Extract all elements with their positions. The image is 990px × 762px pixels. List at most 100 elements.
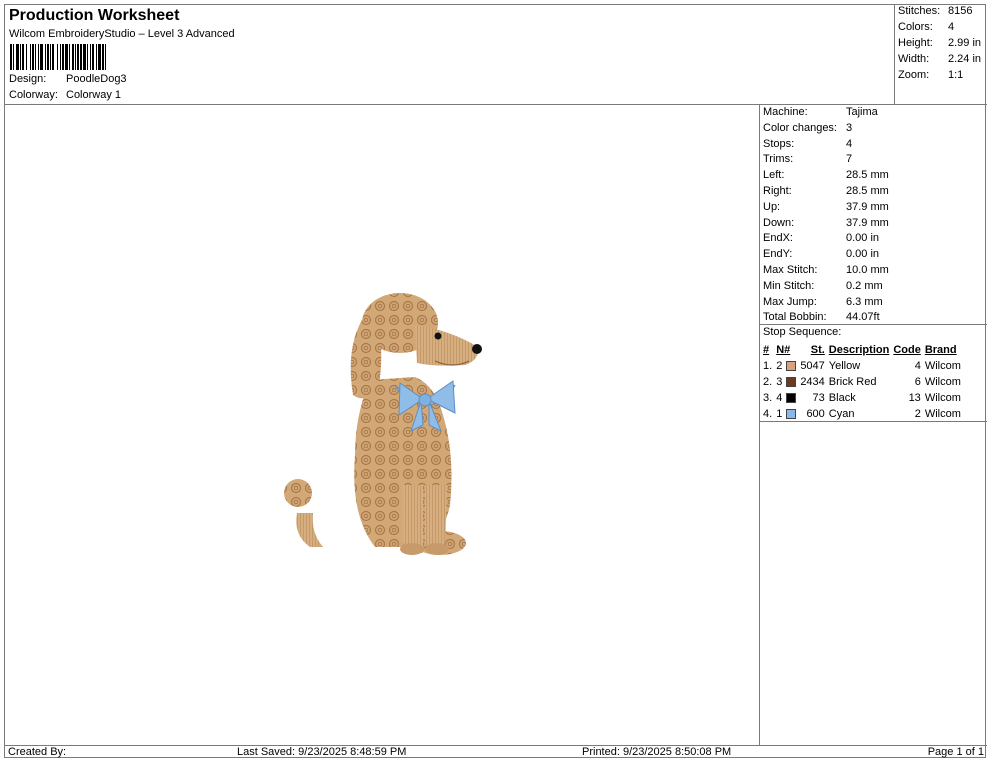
colorway-label: Colorway: — [9, 89, 58, 101]
table-row: 1. 2 5047 Yellow 4 Wilcom — [761, 358, 963, 374]
summary-label: Colors: — [898, 21, 933, 33]
machine-info-panel: Machine: Tajima Color changes: 3 Stops: 4 Trim… — [760, 105, 987, 325]
info-row: EndX: 0.00 in — [763, 232, 879, 244]
summary-value: 1:1 — [948, 69, 964, 81]
cell-st: 2434 — [800, 376, 825, 388]
cell-brand: Wilcom — [924, 408, 961, 420]
cell-code: 6 — [914, 376, 921, 388]
summary-value: 8156 — [948, 5, 973, 17]
table-row: 3. 4 73 Black 13 Wilcom — [761, 390, 963, 406]
info-value: 0.2 mm — [846, 279, 883, 292]
page-title: Production Worksheet — [9, 7, 180, 24]
info-label: Color changes: — [763, 121, 837, 134]
info-row: Max Jump: 6.3 mm — [763, 296, 883, 308]
barcode-graphic — [10, 44, 162, 70]
worksheet-footer: Created By: Last Saved: 9/23/2025 8:48:5… — [5, 745, 987, 759]
colorway-value: Colorway 1 — [66, 89, 122, 101]
info-row: Max Stitch: 10.0 mm — [763, 264, 889, 276]
summary-label: Zoom: — [898, 69, 930, 81]
color-swatch-cell — [784, 406, 798, 422]
summary-row: Zoom: 1:1 — [898, 69, 963, 81]
last-saved: Last Saved: 9/23/2025 8:48:59 PM — [237, 746, 407, 758]
stop-sequence-table: # N# St. Description Code Brand 1. 2 5047 Y… — [761, 342, 963, 422]
info-row: Color changes: 3 — [763, 122, 852, 134]
table-header-row: # N# St. Description Code Brand — [761, 342, 963, 358]
info-row: Up: 37.9 mm — [763, 201, 889, 213]
col-n: N# — [776, 344, 791, 356]
cell-brand: Wilcom — [924, 360, 961, 372]
info-label: EndX: — [763, 232, 793, 245]
info-row: Total Bobbin: 44.07ft — [763, 311, 880, 323]
design-row: Design: PoodleDog3 — [9, 73, 127, 85]
info-row: Left: 28.5 mm — [763, 169, 889, 181]
cell-code: 13 — [908, 392, 921, 404]
info-value: 28.5 mm — [846, 169, 889, 182]
info-label: Trims: — [763, 153, 794, 166]
summary-row: Height: 2.99 in — [898, 37, 981, 49]
col-code: Code — [893, 344, 921, 356]
info-label: Up: — [763, 200, 781, 213]
info-value: 3 — [846, 121, 853, 134]
cell-num: 4. — [763, 408, 773, 420]
info-row: EndY: 0.00 in — [763, 248, 879, 260]
info-row: Machine: Tajima — [763, 106, 878, 118]
info-value: 6.3 mm — [846, 295, 883, 308]
cell-n: 1 — [776, 408, 783, 420]
info-row: Min Stitch: 0.2 mm — [763, 280, 883, 292]
worksheet-frame: Production Worksheet Wilcom EmbroiderySt… — [4, 4, 987, 759]
table-row: 4. 1 600 Cyan 2 Wilcom — [761, 406, 963, 422]
cell-num: 1. — [763, 360, 773, 372]
printed-date: Printed: 9/23/2025 8:50:08 PM — [582, 746, 732, 758]
info-value: 7 — [846, 153, 853, 166]
color-swatch-cell — [784, 374, 798, 390]
info-row: Right: 28.5 mm — [763, 185, 889, 197]
summary-panel: Stitches: 8156 Colors: 4 Height: 2.99 in Wi… — [895, 5, 987, 105]
summary-label: Stitches: — [898, 5, 941, 17]
poodle-embroidery-image — [284, 293, 482, 555]
col-desc: Description — [828, 344, 890, 356]
summary-label: Width: — [898, 53, 930, 65]
software-subtitle: Wilcom EmbroideryStudio – Level 3 Advanc… — [9, 28, 235, 40]
cell-desc: Yellow — [828, 360, 861, 372]
summary-value: 4 — [948, 21, 955, 33]
cell-n: 3 — [776, 376, 783, 388]
info-value: 28.5 mm — [846, 185, 889, 197]
info-label: Machine: — [763, 106, 808, 118]
info-value: Tajima — [846, 106, 878, 118]
info-label: Total Bobbin: — [763, 311, 827, 324]
info-value: 10.0 mm — [846, 264, 889, 276]
design-label: Design: — [9, 73, 47, 85]
info-label: Right: — [763, 185, 792, 197]
info-label: EndY: — [763, 248, 793, 261]
cell-st: 600 — [806, 408, 825, 420]
cell-brand: Wilcom — [924, 376, 961, 388]
page-number: Page 1 of 1 — [927, 746, 984, 758]
summary-row: Width: 2.24 in — [898, 53, 981, 65]
info-value: 44.07ft — [846, 311, 880, 324]
cell-st: 73 — [812, 392, 825, 404]
col-brand: Brand — [924, 344, 957, 356]
stop-sequence-title: Stop Sequence: — [763, 326, 842, 338]
color-swatch — [786, 393, 797, 404]
cell-n: 4 — [776, 392, 783, 404]
cell-code: 4 — [914, 360, 921, 372]
cell-n: 2 — [776, 360, 783, 372]
info-value: 0.00 in — [846, 232, 880, 245]
info-label: Min Stitch: — [763, 279, 815, 292]
info-row: Stops: 4 — [763, 138, 852, 150]
worksheet-header: Production Worksheet Wilcom EmbroiderySt… — [5, 5, 895, 105]
summary-row: Colors: 4 — [898, 21, 954, 33]
color-swatch-cell — [784, 390, 798, 406]
cell-num: 3. — [763, 392, 773, 404]
created-by: Created By: — [8, 746, 67, 758]
cell-desc: Black — [828, 392, 856, 404]
design-preview-canvas — [5, 105, 760, 745]
info-row: Trims: 7 — [763, 153, 852, 165]
cell-code: 2 — [914, 408, 921, 420]
cell-desc: Cyan — [828, 408, 855, 420]
cell-brand: Wilcom — [924, 392, 961, 404]
info-label: Down: — [763, 216, 795, 229]
col-num: # — [763, 344, 770, 356]
cell-desc: Brick Red — [828, 376, 877, 388]
info-label: Max Jump: — [763, 295, 817, 308]
